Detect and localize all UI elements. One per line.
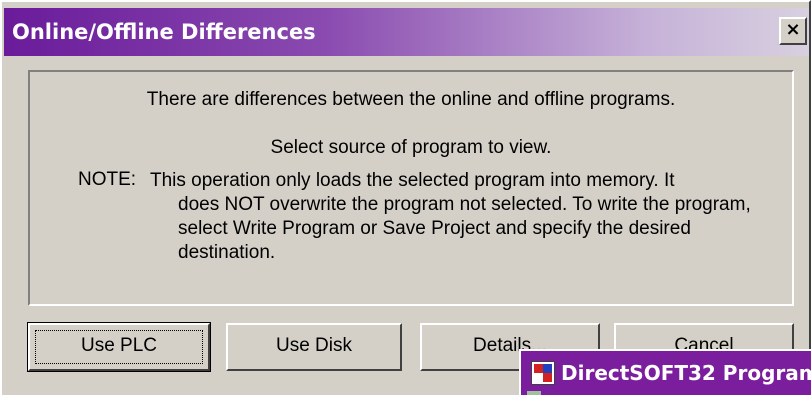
close-icon: × <box>785 19 801 40</box>
use-disk-button[interactable]: Use Disk <box>226 323 402 371</box>
note-text-first-line: This operation only loads the selected p… <box>150 170 675 191</box>
note-label: NOTE: <box>78 169 137 190</box>
note-text-rest: does NOT overwrite the program not selec… <box>178 194 751 263</box>
partial-icon <box>527 391 541 395</box>
taskbar-app-clip: DirectSOFT32 Program <box>521 351 811 395</box>
app-icon-red-square-2 <box>543 373 552 382</box>
use-plc-label: Use PLC <box>80 335 158 356</box>
use-disk-label: Use Disk <box>275 335 352 356</box>
app-icon-blue-square <box>543 364 552 373</box>
directsoft-app-icon <box>531 361 555 385</box>
taskbar-app-label: DirectSOFT32 Program <box>561 361 811 385</box>
close-button[interactable]: × <box>779 17 807 45</box>
use-plc-button[interactable]: Use PLC <box>27 322 211 372</box>
app-icon-red-square <box>534 364 543 373</box>
note-text: This operation only loads the selected p… <box>150 169 770 265</box>
differences-message: There are differences between the online… <box>146 89 676 110</box>
dialog-title: Online/Offline Differences <box>12 20 316 44</box>
select-source-message: Select source of program to view. <box>270 137 552 158</box>
title-bar[interactable]: Online/Offline Differences × <box>4 8 809 56</box>
taskbar-app-button[interactable]: DirectSOFT32 Program <box>519 349 811 395</box>
dialog-window: Online/Offline Differences × There are d… <box>0 0 811 395</box>
message-panel: There are differences between the online… <box>28 70 794 306</box>
